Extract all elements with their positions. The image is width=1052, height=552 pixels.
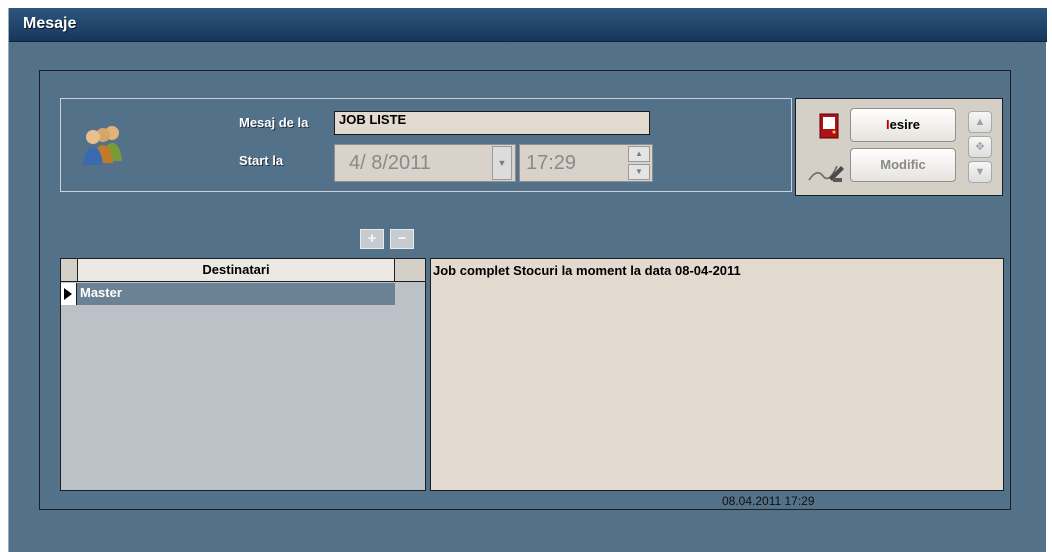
start-date-picker[interactable]: 4/ 8/2011 [334, 144, 516, 182]
time-down-icon[interactable]: ▼ [628, 164, 650, 180]
nav-down-icon[interactable]: ▼ [968, 161, 992, 183]
exit-door-icon [819, 113, 839, 139]
recipient-name[interactable]: Master [80, 285, 122, 300]
title-bar: Mesaje [9, 8, 1047, 42]
users-icon [83, 126, 122, 165]
exit-button[interactable]: Iesire [850, 108, 956, 142]
message-timestamp: 08.04.2011 17:29 [722, 494, 815, 508]
modify-button[interactable]: Modific [850, 148, 956, 182]
exit-button-label: esire [889, 117, 920, 132]
time-up-icon[interactable]: ▲ [628, 146, 650, 162]
nav-up-icon[interactable]: ▲ [968, 111, 992, 133]
message-text-area[interactable]: Job complet Stocuri la moment la data 08… [430, 258, 1004, 491]
window-title: Mesaje [23, 15, 77, 32]
nav-move-icon[interactable]: ✥ [968, 136, 992, 158]
start-label: Start la [239, 153, 284, 168]
chevron-down-icon[interactable]: ▼ [492, 146, 512, 180]
row-indicator-icon [61, 283, 77, 305]
add-recipient-button[interactable]: + [360, 229, 384, 249]
pen-sign-icon [808, 165, 844, 182]
sender-field[interactable]: JOB LISTE [334, 111, 650, 135]
sender-label: Mesaj de la [239, 115, 309, 130]
remove-recipient-button[interactable]: − [390, 229, 414, 249]
recipients-column-header[interactable]: Destinatari [77, 258, 395, 282]
